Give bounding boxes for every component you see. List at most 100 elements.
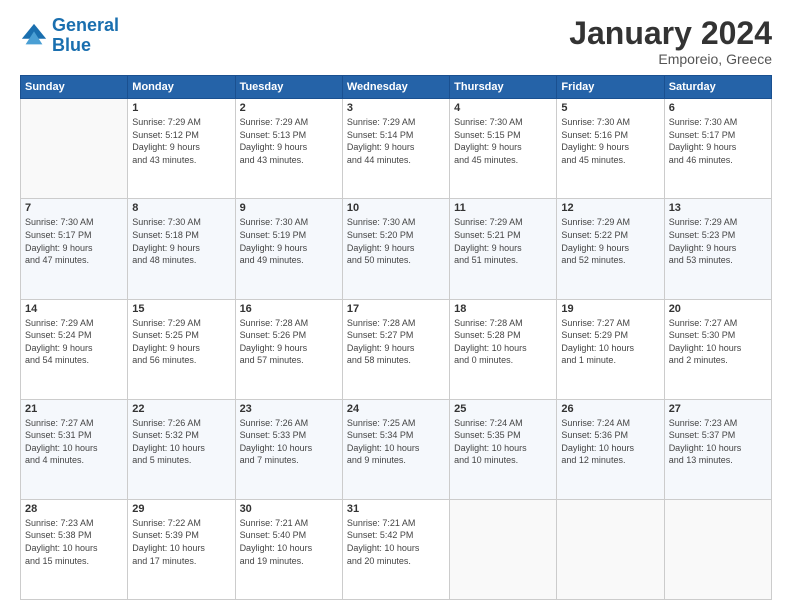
- day-number: 28: [25, 503, 123, 515]
- col-tuesday: Tuesday: [235, 76, 342, 99]
- day-number: 7: [25, 202, 123, 214]
- month-title: January 2024: [569, 16, 772, 51]
- location: Emporeio, Greece: [569, 51, 772, 67]
- table-row: 16 Sunrise: 7:28 AM Sunset: 5:26 PM Dayli…: [235, 299, 342, 399]
- calendar-week-row: 14Sunrise: 7:29 AM Sunset: 5:24 PM Dayli…: [21, 299, 772, 399]
- table-row: 9 Sunrise: 7:30 AM Sunset: 5:19 PM Daylig…: [235, 199, 342, 299]
- day-number: 11: [454, 202, 552, 214]
- table-row: 30Sunrise: 7:21 AM Sunset: 5:40 PM Dayli…: [235, 499, 342, 599]
- table-row: 20 Sunrise: 7:27 AM Sunset: 5:30 PM Dayli…: [664, 299, 771, 399]
- day-info: Sunrise: 7:29 AM Sunset: 5:21 PM Dayligh…: [454, 216, 552, 266]
- day-info: Sunrise: 7:26 AM Sunset: 5:33 PM Dayligh…: [240, 417, 338, 467]
- day-number: 21: [25, 403, 123, 415]
- col-thursday: Thursday: [450, 76, 557, 99]
- col-wednesday: Wednesday: [342, 76, 449, 99]
- day-number: 24: [347, 403, 445, 415]
- table-row: 7Sunrise: 7:30 AM Sunset: 5:17 PM Daylig…: [21, 199, 128, 299]
- table-row: 13 Sunrise: 7:29 AM Sunset: 5:23 PM Dayli…: [664, 199, 771, 299]
- day-info: Sunrise: 7:29 AM Sunset: 5:22 PM Dayligh…: [561, 216, 659, 266]
- day-number: 13: [669, 202, 767, 214]
- table-row: [664, 499, 771, 599]
- table-row: 28Sunrise: 7:23 AM Sunset: 5:38 PM Dayli…: [21, 499, 128, 599]
- table-row: 21Sunrise: 7:27 AM Sunset: 5:31 PM Dayli…: [21, 399, 128, 499]
- day-info: Sunrise: 7:30 AM Sunset: 5:18 PM Dayligh…: [132, 216, 230, 266]
- day-number: 9: [240, 202, 338, 214]
- col-saturday: Saturday: [664, 76, 771, 99]
- day-number: 17: [347, 303, 445, 315]
- logo-blue: Blue: [52, 36, 119, 56]
- day-number: 3: [347, 102, 445, 114]
- day-number: 6: [669, 102, 767, 114]
- day-number: 30: [240, 503, 338, 515]
- table-row: [450, 499, 557, 599]
- table-row: 5Sunrise: 7:30 AM Sunset: 5:16 PM Daylig…: [557, 99, 664, 199]
- day-info: Sunrise: 7:27 AM Sunset: 5:29 PM Dayligh…: [561, 317, 659, 367]
- day-info: Sunrise: 7:29 AM Sunset: 5:14 PM Dayligh…: [347, 116, 445, 166]
- table-row: 3 Sunrise: 7:29 AM Sunset: 5:14 PM Daylig…: [342, 99, 449, 199]
- table-row: 14Sunrise: 7:29 AM Sunset: 5:24 PM Dayli…: [21, 299, 128, 399]
- calendar-week-row: 21Sunrise: 7:27 AM Sunset: 5:31 PM Dayli…: [21, 399, 772, 499]
- day-number: 8: [132, 202, 230, 214]
- table-row: 4 Sunrise: 7:30 AM Sunset: 5:15 PM Daylig…: [450, 99, 557, 199]
- day-info: Sunrise: 7:28 AM Sunset: 5:27 PM Dayligh…: [347, 317, 445, 367]
- day-info: Sunrise: 7:29 AM Sunset: 5:13 PM Dayligh…: [240, 116, 338, 166]
- table-row: 31Sunrise: 7:21 AM Sunset: 5:42 PM Dayli…: [342, 499, 449, 599]
- day-number: 26: [561, 403, 659, 415]
- day-info: Sunrise: 7:26 AM Sunset: 5:32 PM Dayligh…: [132, 417, 230, 467]
- day-number: 20: [669, 303, 767, 315]
- calendar-week-row: 7Sunrise: 7:30 AM Sunset: 5:17 PM Daylig…: [21, 199, 772, 299]
- calendar-week-row: 1Sunrise: 7:29 AM Sunset: 5:12 PM Daylig…: [21, 99, 772, 199]
- day-info: Sunrise: 7:22 AM Sunset: 5:39 PM Dayligh…: [132, 517, 230, 567]
- day-number: 23: [240, 403, 338, 415]
- calendar-header-row: Sunday Monday Tuesday Wednesday Thursday…: [21, 76, 772, 99]
- logo-text: General Blue: [52, 16, 119, 56]
- table-row: 1Sunrise: 7:29 AM Sunset: 5:12 PM Daylig…: [128, 99, 235, 199]
- logo-general: General: [52, 15, 119, 35]
- day-number: 14: [25, 303, 123, 315]
- day-info: Sunrise: 7:28 AM Sunset: 5:26 PM Dayligh…: [240, 317, 338, 367]
- day-info: Sunrise: 7:29 AM Sunset: 5:23 PM Dayligh…: [669, 216, 767, 266]
- table-row: 22 Sunrise: 7:26 AM Sunset: 5:32 PM Dayli…: [128, 399, 235, 499]
- table-row: 17 Sunrise: 7:28 AM Sunset: 5:27 PM Dayli…: [342, 299, 449, 399]
- title-block: January 2024 Emporeio, Greece: [569, 16, 772, 67]
- day-number: 18: [454, 303, 552, 315]
- day-number: 22: [132, 403, 230, 415]
- day-info: Sunrise: 7:30 AM Sunset: 5:15 PM Dayligh…: [454, 116, 552, 166]
- table-row: 8 Sunrise: 7:30 AM Sunset: 5:18 PM Daylig…: [128, 199, 235, 299]
- day-number: 1: [132, 102, 230, 114]
- day-info: Sunrise: 7:23 AM Sunset: 5:37 PM Dayligh…: [669, 417, 767, 467]
- day-number: 2: [240, 102, 338, 114]
- logo: General Blue: [20, 16, 119, 56]
- day-number: 25: [454, 403, 552, 415]
- day-number: 10: [347, 202, 445, 214]
- day-number: 15: [132, 303, 230, 315]
- col-sunday: Sunday: [21, 76, 128, 99]
- table-row: 27 Sunrise: 7:23 AM Sunset: 5:37 PM Dayli…: [664, 399, 771, 499]
- day-info: Sunrise: 7:25 AM Sunset: 5:34 PM Dayligh…: [347, 417, 445, 467]
- logo-icon: [20, 22, 48, 50]
- day-info: Sunrise: 7:24 AM Sunset: 5:36 PM Dayligh…: [561, 417, 659, 467]
- day-info: Sunrise: 7:21 AM Sunset: 5:42 PM Dayligh…: [347, 517, 445, 567]
- day-number: 16: [240, 303, 338, 315]
- day-info: Sunrise: 7:27 AM Sunset: 5:30 PM Dayligh…: [669, 317, 767, 367]
- day-info: Sunrise: 7:30 AM Sunset: 5:17 PM Dayligh…: [669, 116, 767, 166]
- table-row: [557, 499, 664, 599]
- day-number: 4: [454, 102, 552, 114]
- table-row: 24 Sunrise: 7:25 AM Sunset: 5:34 PM Dayli…: [342, 399, 449, 499]
- day-number: 12: [561, 202, 659, 214]
- day-info: Sunrise: 7:30 AM Sunset: 5:19 PM Dayligh…: [240, 216, 338, 266]
- day-info: Sunrise: 7:29 AM Sunset: 5:25 PM Dayligh…: [132, 317, 230, 367]
- day-number: 27: [669, 403, 767, 415]
- day-info: Sunrise: 7:28 AM Sunset: 5:28 PM Dayligh…: [454, 317, 552, 367]
- day-info: Sunrise: 7:24 AM Sunset: 5:35 PM Dayligh…: [454, 417, 552, 467]
- table-row: 6 Sunrise: 7:30 AM Sunset: 5:17 PM Daylig…: [664, 99, 771, 199]
- calendar-week-row: 28Sunrise: 7:23 AM Sunset: 5:38 PM Dayli…: [21, 499, 772, 599]
- day-number: 29: [132, 503, 230, 515]
- table-row: 19 Sunrise: 7:27 AM Sunset: 5:29 PM Dayli…: [557, 299, 664, 399]
- table-row: 23 Sunrise: 7:26 AM Sunset: 5:33 PM Dayli…: [235, 399, 342, 499]
- day-number: 19: [561, 303, 659, 315]
- page: General Blue January 2024 Emporeio, Gree…: [0, 0, 792, 612]
- table-row: 12 Sunrise: 7:29 AM Sunset: 5:22 PM Dayli…: [557, 199, 664, 299]
- col-monday: Monday: [128, 76, 235, 99]
- table-row: 11 Sunrise: 7:29 AM Sunset: 5:21 PM Dayli…: [450, 199, 557, 299]
